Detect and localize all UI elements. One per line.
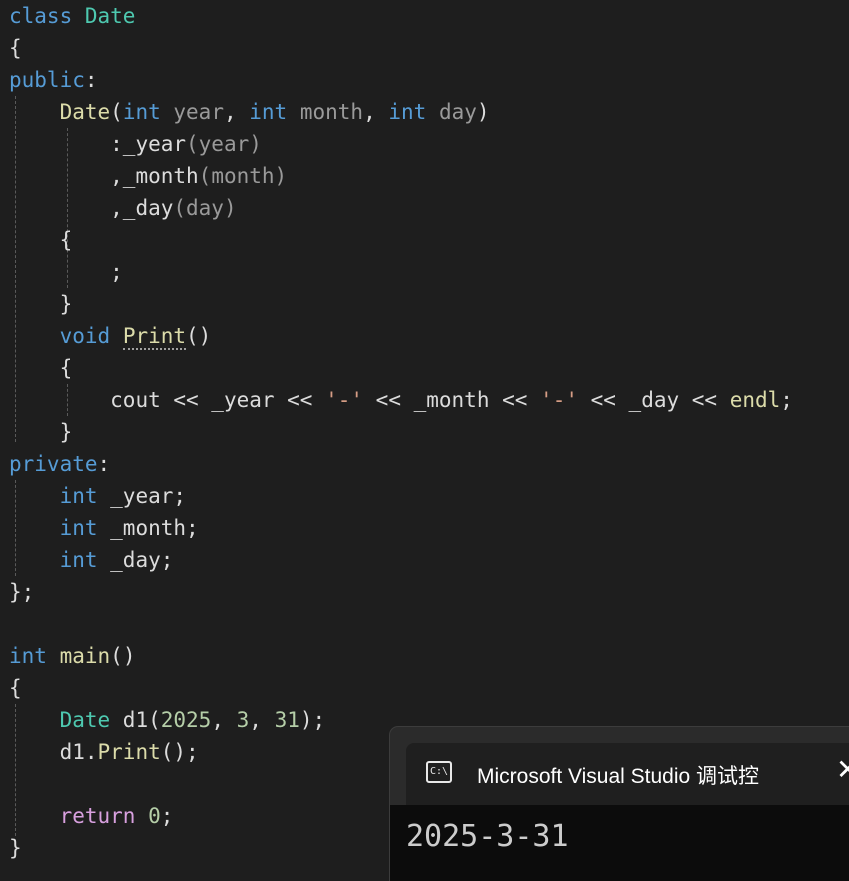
keyword: int	[388, 100, 427, 124]
number-literal: 2025	[160, 708, 212, 732]
code-line[interactable]: ,_day(day)	[9, 192, 237, 224]
keyword: void	[59, 324, 111, 348]
endl: endl	[729, 388, 781, 412]
code-line[interactable]: public:	[9, 64, 98, 96]
parameter: day	[426, 100, 477, 124]
code-line[interactable]: ;	[9, 256, 123, 288]
member-init: ,_month	[110, 164, 199, 188]
console-body[interactable]: 2025-3-31	[390, 805, 849, 881]
code-line[interactable]: }	[9, 416, 73, 448]
code-line[interactable]: return 0;	[9, 800, 174, 832]
statement-end: );	[299, 708, 326, 732]
cout-expression: cout << _year <<	[110, 388, 326, 412]
code-line[interactable]: }	[9, 288, 73, 320]
member-declaration: _day;	[97, 548, 174, 572]
function-name[interactable]: Print	[122, 324, 187, 350]
keyword: int	[59, 484, 98, 508]
keyword: int	[59, 548, 98, 572]
function-call: Print	[97, 740, 161, 764]
brace: }	[59, 420, 73, 444]
close-icon[interactable]: ✕	[836, 755, 849, 785]
console-icon: C:\	[426, 761, 452, 783]
code-line[interactable]: int _month;	[9, 512, 199, 544]
keyword: class	[9, 4, 73, 28]
init-argument: (month)	[198, 164, 288, 188]
colon: :	[97, 452, 111, 476]
code-line[interactable]: private:	[9, 448, 110, 480]
keyword: int	[9, 644, 47, 668]
access-specifier: public	[9, 68, 85, 92]
code-line[interactable]: void Print()	[9, 320, 211, 352]
member-init: :_year	[110, 132, 187, 156]
class-end: };	[9, 580, 35, 604]
constructor-name: Date	[59, 100, 111, 124]
semicolon: ;	[780, 388, 793, 412]
semicolon: ;	[160, 804, 174, 828]
code-line[interactable]: :_year(year)	[9, 128, 262, 160]
function-name: main	[59, 644, 111, 668]
console-output: 2025-3-31	[406, 819, 569, 854]
statement-end: ();	[160, 740, 199, 764]
code-line[interactable]: }	[9, 832, 22, 864]
paren: )	[476, 100, 490, 124]
member-declaration: _month;	[97, 516, 199, 540]
brace: }	[59, 292, 73, 316]
code-line[interactable]: int _day;	[9, 544, 174, 576]
code-line[interactable]: int main()	[9, 640, 135, 672]
keyword: int	[59, 516, 98, 540]
member-init: ,_day	[110, 196, 174, 220]
separator: ,	[249, 708, 275, 732]
parens: ()	[110, 644, 136, 668]
number-literal: 3	[236, 708, 250, 732]
member-declaration: _year;	[97, 484, 187, 508]
brace: }	[9, 836, 22, 860]
separator: ,	[223, 100, 250, 124]
code-line[interactable]: class Date	[9, 0, 135, 32]
debug-console-window[interactable]: C:\ Microsoft Visual Studio 调试控 ✕ 2025-3…	[389, 726, 849, 881]
paren: (	[110, 100, 123, 124]
parameter: month	[287, 100, 364, 124]
keyword: int	[122, 100, 161, 124]
code-line[interactable]: int _year;	[9, 480, 186, 512]
code-line[interactable]: {	[9, 352, 73, 384]
number-literal: 0	[148, 804, 161, 828]
class-name: Date	[84, 4, 136, 28]
code-line[interactable]: cout << _year << '-' << _month << '-' <<…	[9, 384, 793, 416]
code-line[interactable]: Date d1(2025, 3, 31);	[9, 704, 326, 736]
colon: :	[84, 68, 98, 92]
code-line[interactable]: d1.Print();	[9, 736, 199, 768]
char-literal: '-'	[325, 388, 364, 412]
object-access: d1.	[59, 740, 98, 764]
code-line[interactable]: {	[9, 32, 22, 64]
char-literal: '-'	[540, 388, 578, 412]
cout-expression: << _month <<	[363, 388, 541, 412]
variable-decl: d1(	[110, 708, 161, 732]
code-line[interactable]: };	[9, 576, 34, 608]
access-specifier: private	[9, 452, 98, 476]
parens: ()	[186, 324, 212, 348]
init-argument: (year)	[186, 132, 262, 156]
brace: {	[59, 356, 73, 380]
console-title: Microsoft Visual Studio 调试控	[477, 765, 760, 788]
keyword-return: return	[59, 804, 136, 828]
brace: {	[59, 228, 73, 252]
code-line[interactable]: Date(int year, int month, int day)	[9, 96, 490, 128]
brace: {	[9, 36, 22, 60]
parameter: year	[160, 100, 224, 124]
console-tab[interactable]: C:\ Microsoft Visual Studio 调试控 ✕	[406, 743, 849, 805]
code-line[interactable]: {	[9, 224, 73, 256]
brace: {	[9, 676, 22, 700]
type-name: Date	[59, 708, 111, 732]
code-line[interactable]: {	[9, 672, 22, 704]
number-literal: 31	[274, 708, 300, 732]
keyword: int	[249, 100, 288, 124]
separator: ,	[211, 708, 237, 732]
init-argument: (day)	[173, 196, 237, 220]
code-line[interactable]: ,_month(month)	[9, 160, 287, 192]
separator: ,	[363, 100, 389, 124]
empty-statement: ;	[110, 260, 123, 284]
cout-expression: << _day <<	[577, 388, 730, 412]
